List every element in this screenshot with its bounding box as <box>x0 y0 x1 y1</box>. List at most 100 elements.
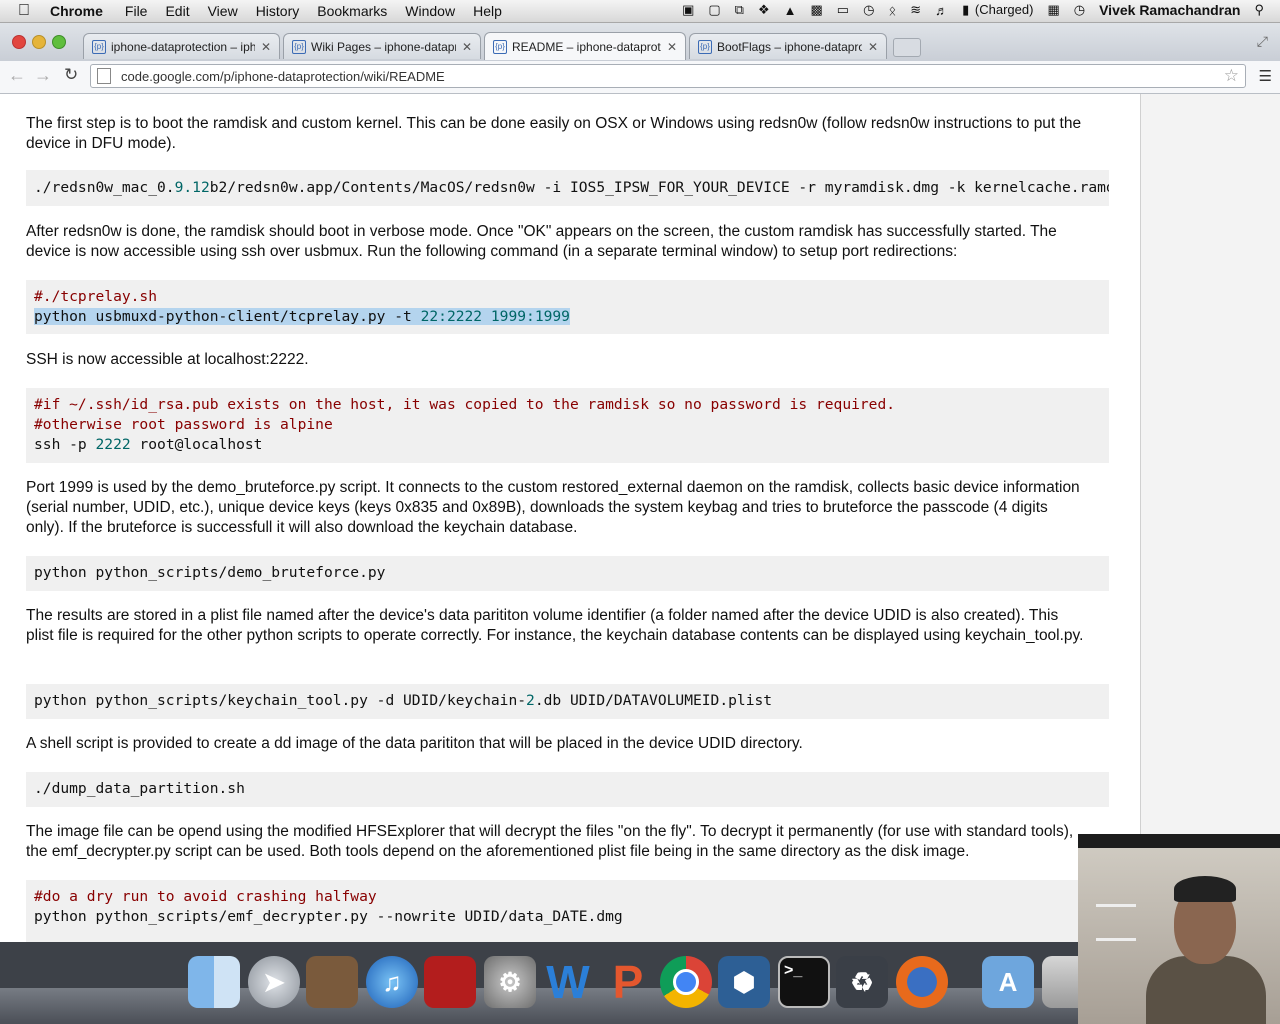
code-text: ./redsn0w_mac_0. <box>34 179 175 196</box>
new-tab-button[interactable] <box>893 38 921 57</box>
presenter-body <box>1146 956 1266 1024</box>
dropbox-status-icon[interactable]: ❖ <box>758 2 770 18</box>
paragraph-boot-ramdisk: The first step is to boot the ramdisk an… <box>26 115 1082 152</box>
forward-icon[interactable]: → <box>34 65 52 86</box>
code-text: python usbmuxd-python-client/tcprelay.py… <box>34 308 421 325</box>
google-code-favicon-icon: {p} <box>698 39 712 54</box>
terminal-icon[interactable]: >_ <box>778 956 830 1008</box>
clipboard-status-icon[interactable]: ▢ <box>708 2 720 18</box>
quicktime-icon[interactable]: ♻ <box>836 956 888 1008</box>
menu-edit[interactable]: Edit <box>165 3 189 19</box>
presenter-hair <box>1174 876 1236 902</box>
tab-close-icon[interactable]: ✕ <box>667 40 677 54</box>
calendar-status-icon[interactable]: ▦ <box>1047 2 1059 18</box>
code-block-bruteforce: python python_scripts/demo_bruteforce.py <box>26 556 1109 591</box>
code-block-dump-partition: ./dump_data_partition.sh <box>26 772 1109 807</box>
system-preferences-icon[interactable]: ⚙ <box>484 956 536 1008</box>
code-number: 2 <box>526 692 535 709</box>
time-machine-status-icon[interactable]: ◷ <box>863 2 874 18</box>
fullscreen-icon[interactable]: ⤢ <box>1257 33 1268 50</box>
code-text: root@localhost <box>130 436 263 453</box>
tab-title: iphone-dataprotection – iph <box>111 39 255 54</box>
tab-close-icon[interactable]: ✕ <box>868 40 878 54</box>
tab-title: README – iphone-dataprote <box>512 39 661 54</box>
window-close-button[interactable] <box>12 35 26 49</box>
paragraph-results-plist: The results are stored in a plist file n… <box>26 607 1084 644</box>
paragraph-image-file: The image file can be opend using the mo… <box>26 823 1074 860</box>
battery-label: (Charged) <box>974 2 1034 17</box>
window-zoom-button[interactable] <box>52 35 66 49</box>
itunes-icon[interactable]: ♫ <box>366 956 418 1008</box>
chrome-menu-icon[interactable]: ☰ <box>1259 67 1272 85</box>
code-text: python python_scripts/keychain_tool.py -… <box>34 692 527 709</box>
menu-history[interactable]: History <box>256 3 300 19</box>
firefox-icon[interactable] <box>896 956 948 1008</box>
code-block-ssh: #if ~/.ssh/id_rsa.pub exists on the host… <box>26 388 1109 463</box>
webcam-overlay <box>1078 834 1280 1024</box>
spotlight-search-icon[interactable]: ⚲ <box>1254 2 1264 18</box>
menu-window[interactable]: Window <box>405 3 455 19</box>
apple-menu-icon[interactable]:  <box>18 2 30 20</box>
sync-status-icon[interactable]: ⧉ <box>735 2 744 18</box>
bluetooth-status-icon[interactable]: ᛟ <box>888 3 896 18</box>
battery-status[interactable]: ▮ (Charged) <box>962 2 1033 18</box>
clock-status-icon[interactable]: ◷ <box>1074 2 1085 18</box>
url-text: code.google.com/p/iphone-dataprotection/… <box>121 68 445 84</box>
code-block-tcprelay: #./tcprelay.sh python usbmuxd-python-cli… <box>26 280 1109 334</box>
address-bar[interactable]: code.google.com/p/iphone-dataprotection/… <box>90 64 1246 88</box>
tab-iphone-dataprotection[interactable]: {p} iphone-dataprotection – iph ✕ <box>83 33 280 59</box>
tab-close-icon[interactable]: ✕ <box>462 40 472 54</box>
code-comment: #if ~/.ssh/id_rsa.pub exists on the host… <box>34 396 896 413</box>
code-number: 2222 <box>95 436 131 453</box>
tab-bootflags[interactable]: {p} BootFlags – iphone-datapro ✕ <box>689 33 887 59</box>
paragraph-port-1999: Port 1999 is used by the demo_bruteforce… <box>26 479 1080 536</box>
code-comment: #./tcprelay.sh <box>34 288 158 305</box>
applications-folder-icon[interactable]: A <box>982 956 1034 1008</box>
code-text: python python_scripts/emf_decrypter.py -… <box>34 908 623 925</box>
reload-icon[interactable]: ↻ <box>64 65 78 85</box>
tab-readme[interactable]: {p} README – iphone-dataprote ✕ <box>484 32 686 60</box>
tab-title: Wiki Pages – iphone-datapr <box>311 39 456 54</box>
tab-wiki-pages[interactable]: {p} Wiki Pages – iphone-datapr ✕ <box>283 33 481 59</box>
photo-booth-icon[interactable] <box>424 956 476 1008</box>
user-menu[interactable]: Vivek Ramachandran <box>1099 2 1240 18</box>
code-number: 22:2222 1999:1999 <box>420 308 570 325</box>
paragraph-after-redsn0w: After redsn0w is done, the ramdisk shoul… <box>26 223 1057 260</box>
menu-help[interactable]: Help <box>473 3 502 19</box>
paragraph-ssh-accessible: SSH is now accessible at localhost:2222. <box>26 351 309 368</box>
page-icon <box>97 68 111 84</box>
menu-view[interactable]: View <box>208 3 238 19</box>
browser-toolbar: ← → ↻ code.google.com/p/iphone-dataprote… <box>0 61 1280 94</box>
code-text: ssh -p <box>34 436 96 453</box>
page-viewport[interactable]: The first step is to boot the ramdisk an… <box>0 94 1280 942</box>
finder-icon[interactable] <box>188 956 240 1008</box>
word-icon[interactable]: W <box>542 956 594 1008</box>
app-menu[interactable]: Chrome <box>50 3 103 19</box>
paragraph-shell-script: A shell script is provided to create a d… <box>26 735 803 752</box>
drive-status-icon[interactable]: ▲ <box>784 3 797 18</box>
bookmark-star-icon[interactable]: ☆ <box>1224 66 1239 86</box>
launchpad-icon[interactable]: ➤ <box>248 956 300 1008</box>
preview-icon[interactable] <box>306 956 358 1008</box>
back-icon[interactable]: ← <box>8 65 26 86</box>
code-block-keychain-tool: python python_scripts/keychain_tool.py -… <box>26 684 1109 719</box>
powerpoint-icon[interactable]: P <box>602 956 654 1008</box>
display-status-icon[interactable]: ▭ <box>837 2 849 18</box>
code-block-emf-decrypter: #do a dry run to avoid crashing halfway … <box>26 880 1109 942</box>
tab-close-icon[interactable]: ✕ <box>261 40 271 54</box>
menu-file[interactable]: File <box>125 3 148 19</box>
window-minimize-button[interactable] <box>32 35 46 49</box>
menubar:  Chrome File Edit View History Bookmark… <box>0 0 1280 23</box>
chrome-icon[interactable] <box>660 956 712 1008</box>
volume-status-icon[interactable]: ♬ <box>935 3 948 18</box>
code-comment: #otherwise root password is alpine <box>34 416 333 433</box>
selected-code[interactable]: python usbmuxd-python-client/tcprelay.py… <box>34 308 570 325</box>
dock: ➤ ♫ ⚙ W P ⬢ >_ ♻ A <box>0 942 1094 1024</box>
keyboard-status-icon[interactable]: ▩ <box>811 2 823 18</box>
wifi-status-icon[interactable]: ≋ <box>910 2 921 18</box>
virtualbox-icon[interactable]: ⬢ <box>718 956 770 1008</box>
tab-strip: {p} iphone-dataprotection – iph ✕ {p} Wi… <box>0 23 1280 61</box>
webcam-shelf <box>1096 904 1136 907</box>
menu-bookmarks[interactable]: Bookmarks <box>317 3 387 19</box>
camera-status-icon[interactable]: ▣ <box>682 2 694 18</box>
